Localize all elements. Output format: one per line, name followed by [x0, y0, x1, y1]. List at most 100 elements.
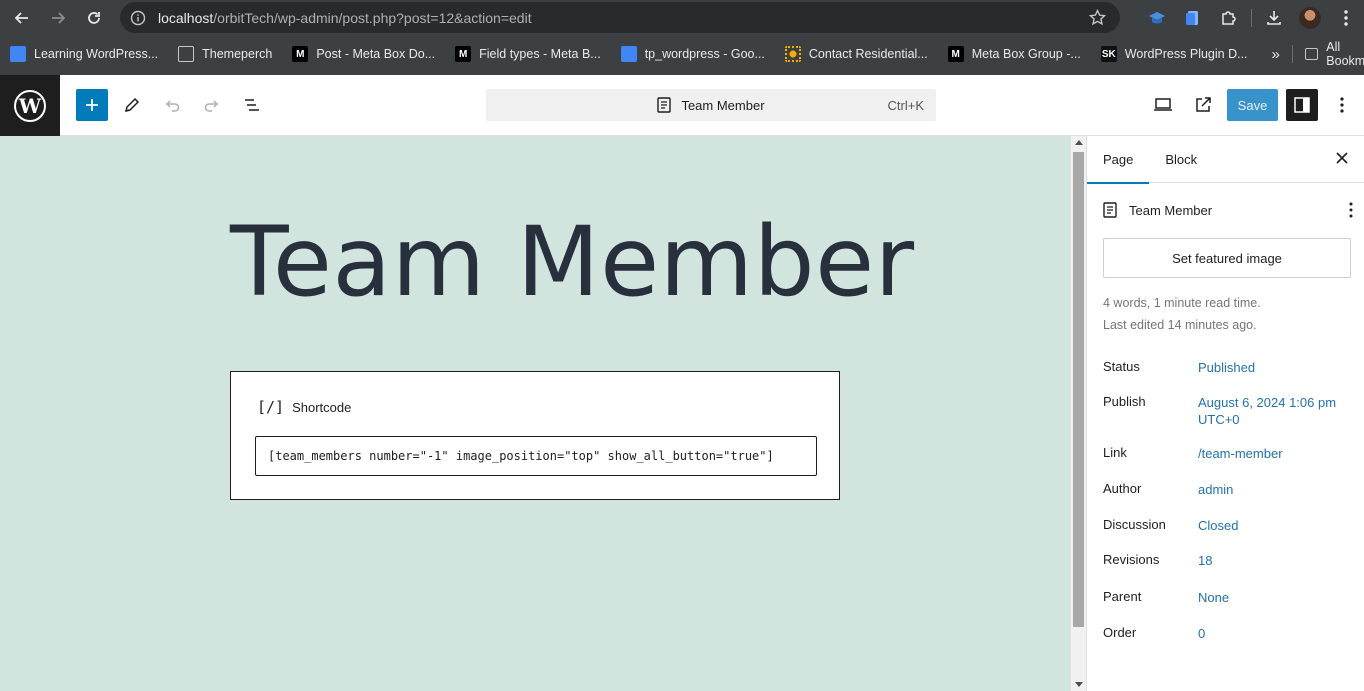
- bookmark-item[interactable]: Contact Residential...: [784, 46, 928, 62]
- desktop-icon: [1154, 98, 1172, 111]
- bookmark-label: Themeperch: [202, 47, 273, 61]
- canvas-scrollbar[interactable]: [1070, 136, 1086, 691]
- site-info-icon[interactable]: [122, 10, 154, 26]
- bookmarks-bar: Learning WordPress... Themeperch M Post -…: [0, 40, 1364, 68]
- shortcode-block[interactable]: [/] Shortcode [team_members number="-1" …: [230, 371, 840, 500]
- chrome-menu-icon[interactable]: [1328, 0, 1364, 35]
- discussion-link[interactable]: Closed: [1198, 517, 1348, 534]
- url-path: /orbitTech/wp-admin/post.php?post=12&act…: [213, 9, 532, 26]
- external-link-icon: [1196, 97, 1211, 112]
- sidebar-icon: [1294, 97, 1310, 113]
- settings-sidebar: Page Block Team Member Set featured imag…: [1086, 136, 1364, 691]
- url-host: localhost: [158, 9, 214, 26]
- bookmark-label: Field types - Meta B...: [479, 47, 601, 61]
- preview-device-button[interactable]: [1147, 89, 1179, 121]
- scroll-up-arrow-icon[interactable]: [1075, 140, 1083, 145]
- all-bookmarks[interactable]: All Bookmarks: [1291, 40, 1364, 68]
- download-icon[interactable]: [1256, 0, 1292, 35]
- avatar: [1299, 6, 1321, 29]
- publish-date-link[interactable]: August 6, 2024 1:06 pm UTC+0: [1198, 394, 1348, 428]
- property-label: Revisions: [1103, 552, 1160, 567]
- toolbar-divider: [1251, 8, 1252, 27]
- set-featured-image-button[interactable]: Set featured image: [1103, 238, 1351, 278]
- bookmark-item[interactable]: M Post - Meta Box Do...: [292, 46, 435, 62]
- url-text: localhost/orbitTech/wp-admin/post.php?po…: [158, 10, 532, 26]
- profile-avatar[interactable]: [1292, 0, 1328, 35]
- document-summary: Team Member: [1103, 200, 1353, 220]
- bookmark-label: Meta Box Group -...: [971, 47, 1081, 61]
- order-link[interactable]: 0: [1198, 625, 1348, 642]
- folder-icon: [1304, 48, 1319, 60]
- shortcode-icon: [/]: [257, 398, 285, 416]
- command-palette-bar[interactable]: Team Member Ctrl+K: [486, 89, 936, 121]
- settings-sidebar-toggle[interactable]: [1286, 89, 1318, 121]
- document-actions-kebab-icon[interactable]: [1349, 202, 1353, 218]
- bookmark-item[interactable]: M Field types - Meta B...: [455, 46, 601, 62]
- kebab-icon: [1340, 97, 1344, 113]
- tab-page[interactable]: Page: [1087, 136, 1150, 184]
- shortcode-block-label: [/] Shortcode: [257, 398, 351, 416]
- tab-block[interactable]: Block: [1149, 136, 1213, 183]
- command-bar-title: Team Member: [681, 97, 765, 113]
- docs-extension-icon[interactable]: [1175, 0, 1211, 35]
- property-label: Discussion: [1103, 517, 1166, 532]
- property-label: Status: [1103, 359, 1140, 374]
- bookmark-item[interactable]: Learning WordPress...: [10, 46, 158, 62]
- word-count-text: 4 words, 1 minute read time.: [1103, 296, 1261, 310]
- bookmark-star-icon[interactable]: [1089, 9, 1106, 26]
- post-title[interactable]: Team Member: [230, 206, 915, 318]
- bookmark-label: WordPress Plugin D...: [1124, 47, 1248, 61]
- close-icon[interactable]: [1334, 150, 1350, 166]
- author-link[interactable]: admin: [1198, 481, 1348, 498]
- editor-header: W Team Member Ctrl+K Save: [0, 75, 1364, 136]
- property-label: Author: [1103, 481, 1142, 496]
- revisions-link[interactable]: 18: [1198, 552, 1348, 569]
- pencil-icon: [124, 97, 140, 113]
- bookmark-label: Contact Residential...: [808, 47, 928, 61]
- shortcode-input[interactable]: [team_members number="-1" image_position…: [255, 436, 817, 476]
- view-page-button[interactable]: [1187, 89, 1219, 121]
- bookmark-item[interactable]: SK WordPress Plugin D...: [1100, 46, 1248, 62]
- bookmark-item[interactable]: M Meta Box Group -...: [947, 46, 1081, 62]
- redo-button[interactable]: [196, 89, 228, 121]
- reload-icon[interactable]: [76, 0, 112, 35]
- graduation-cap-icon[interactable]: [1139, 0, 1175, 35]
- all-bookmarks-label: All Bookmarks: [1326, 40, 1364, 68]
- medium-m-icon: M: [947, 46, 964, 62]
- add-block-button[interactable]: [76, 89, 108, 121]
- status-value-link[interactable]: Published: [1198, 359, 1348, 376]
- google-doc-icon: [10, 46, 26, 62]
- property-label: Publish: [1103, 394, 1146, 409]
- forward-arrow-icon[interactable]: [40, 0, 76, 35]
- extensions-area: [1139, 0, 1364, 35]
- property-label: Order: [1103, 625, 1137, 640]
- undo-button[interactable]: [156, 89, 188, 121]
- tools-pencil-button[interactable]: [116, 89, 148, 121]
- plus-icon: [86, 99, 98, 111]
- wordpress-logo-button[interactable]: W: [0, 75, 60, 136]
- bookmark-label: Learning WordPress...: [34, 47, 159, 61]
- shortcode-label-text: Shortcode: [292, 399, 352, 415]
- options-menu-button[interactable]: [1326, 89, 1358, 121]
- google-doc-icon: [620, 46, 637, 62]
- parent-link[interactable]: None: [1198, 589, 1348, 606]
- save-button[interactable]: Save: [1227, 89, 1278, 121]
- bookmark-item[interactable]: Themeperch: [178, 46, 272, 62]
- url-bar[interactable]: localhost/orbitTech/wp-admin/post.php?po…: [120, 2, 1120, 33]
- sun-icon: [784, 46, 801, 62]
- command-bar-shortcut: Ctrl+K: [887, 97, 924, 113]
- more-bookmarks-button[interactable]: »: [1272, 46, 1280, 63]
- document-overview-button[interactable]: [236, 89, 268, 121]
- property-label: Link: [1103, 445, 1127, 460]
- sidebar-tabs: Page Block: [1087, 136, 1364, 184]
- editor-canvas[interactable]: Team Member [/] Shortcode [team_members …: [0, 136, 1070, 691]
- puzzle-piece-icon[interactable]: [1211, 0, 1247, 35]
- bookmark-item[interactable]: tp_wordpress - Goo...: [620, 46, 765, 62]
- back-arrow-icon[interactable]: [4, 0, 40, 35]
- browser-chrome: localhost/orbitTech/wp-admin/post.php?po…: [0, 0, 1364, 75]
- scrollbar-thumb[interactable]: [1073, 152, 1084, 627]
- sk-icon: SK: [1100, 46, 1117, 62]
- scroll-down-arrow-icon[interactable]: [1075, 682, 1083, 687]
- last-edited-text: Last edited 14 minutes ago.: [1103, 318, 1257, 332]
- permalink-link[interactable]: /team-member: [1198, 445, 1348, 462]
